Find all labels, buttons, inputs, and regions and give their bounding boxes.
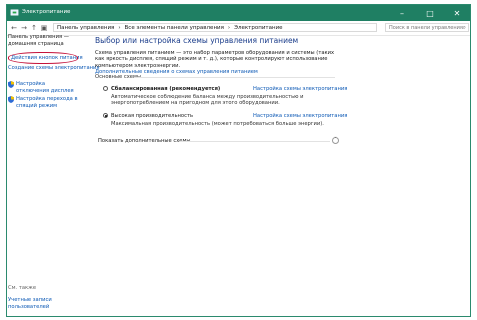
forward-button[interactable]: → [19, 22, 29, 34]
section-divider [135, 77, 335, 78]
address-bar: ← → ↑ ▣ Панель управления › Все элементы… [7, 21, 470, 36]
breadcrumb[interactable]: Панель управления › Все элементы панели … [53, 23, 377, 32]
sidebar-home-link[interactable]: Панель управления — домашняя страница [8, 34, 74, 47]
breadcrumb-all-items[interactable]: Все элементы панели управления [125, 25, 224, 31]
sidebar-create-plan-link[interactable]: Создание схемы электропитания [8, 65, 100, 72]
close-button[interactable]: ✕ [443, 5, 471, 21]
configure-plan-link[interactable]: Настройка схемы электропитания [253, 86, 347, 92]
breadcrumb-separator: › [118, 24, 121, 31]
main-content: Выбор или настройка схемы управления пит… [95, 36, 445, 75]
plan-name[interactable]: Сбалансированная (рекомендуется) [111, 86, 220, 92]
window-title: Электропитание [22, 9, 71, 15]
maximize-button[interactable]: □ [416, 5, 444, 21]
control-panel-icon: ▣ [40, 24, 48, 32]
power-options-icon [10, 9, 19, 16]
show-more-divider [180, 141, 330, 142]
back-button[interactable]: ← [9, 22, 19, 34]
search-input[interactable]: Поиск в панели управления ⌕ [385, 23, 469, 32]
search-icon[interactable]: ⌕ [463, 24, 466, 32]
highlight-annotation [8, 52, 78, 64]
breadcrumb-control-panel[interactable]: Панель управления [57, 25, 114, 31]
see-also-label: См. также [8, 285, 37, 291]
page-title: Выбор или настройка схемы управления пит… [95, 36, 299, 45]
breadcrumb-power-options[interactable]: Электропитание [234, 25, 282, 31]
sidebar-display-off-label[interactable]: Настройка отключения дисплея [16, 81, 78, 94]
title-bar: Электропитание – □ ✕ [7, 5, 470, 21]
search-placeholder: Поиск в панели управления [389, 25, 463, 31]
show-more-plans-label[interactable]: Показать дополнительные схемы [98, 138, 191, 144]
plan-high-performance-radio[interactable] [103, 113, 108, 118]
minimize-button[interactable]: – [388, 5, 416, 21]
plan-name[interactable]: Высокая производительность [111, 113, 193, 119]
chevron-down-icon[interactable]: ˅ [332, 137, 339, 144]
shield-icon [8, 96, 14, 103]
shield-icon [8, 81, 14, 88]
plan-description: Автоматическое соблюдение баланса между … [111, 94, 304, 107]
sidebar-sleep-label[interactable]: Настройка перехода в спящий режим [16, 96, 78, 109]
page-description: Схема управления питанием — это набор па… [95, 50, 335, 69]
plan-balanced-radio[interactable] [103, 86, 108, 91]
learn-more-link[interactable]: Дополнительные сведения о схемах управле… [95, 69, 445, 75]
configure-plan-link[interactable]: Настройка схемы электропитания [253, 113, 347, 119]
user-accounts-link[interactable]: Учетные записи пользователей [8, 297, 68, 310]
breadcrumb-separator: › [227, 24, 231, 31]
up-button[interactable]: ↑ [29, 22, 39, 34]
plan-description: Максимальная производительность (может п… [111, 121, 324, 127]
